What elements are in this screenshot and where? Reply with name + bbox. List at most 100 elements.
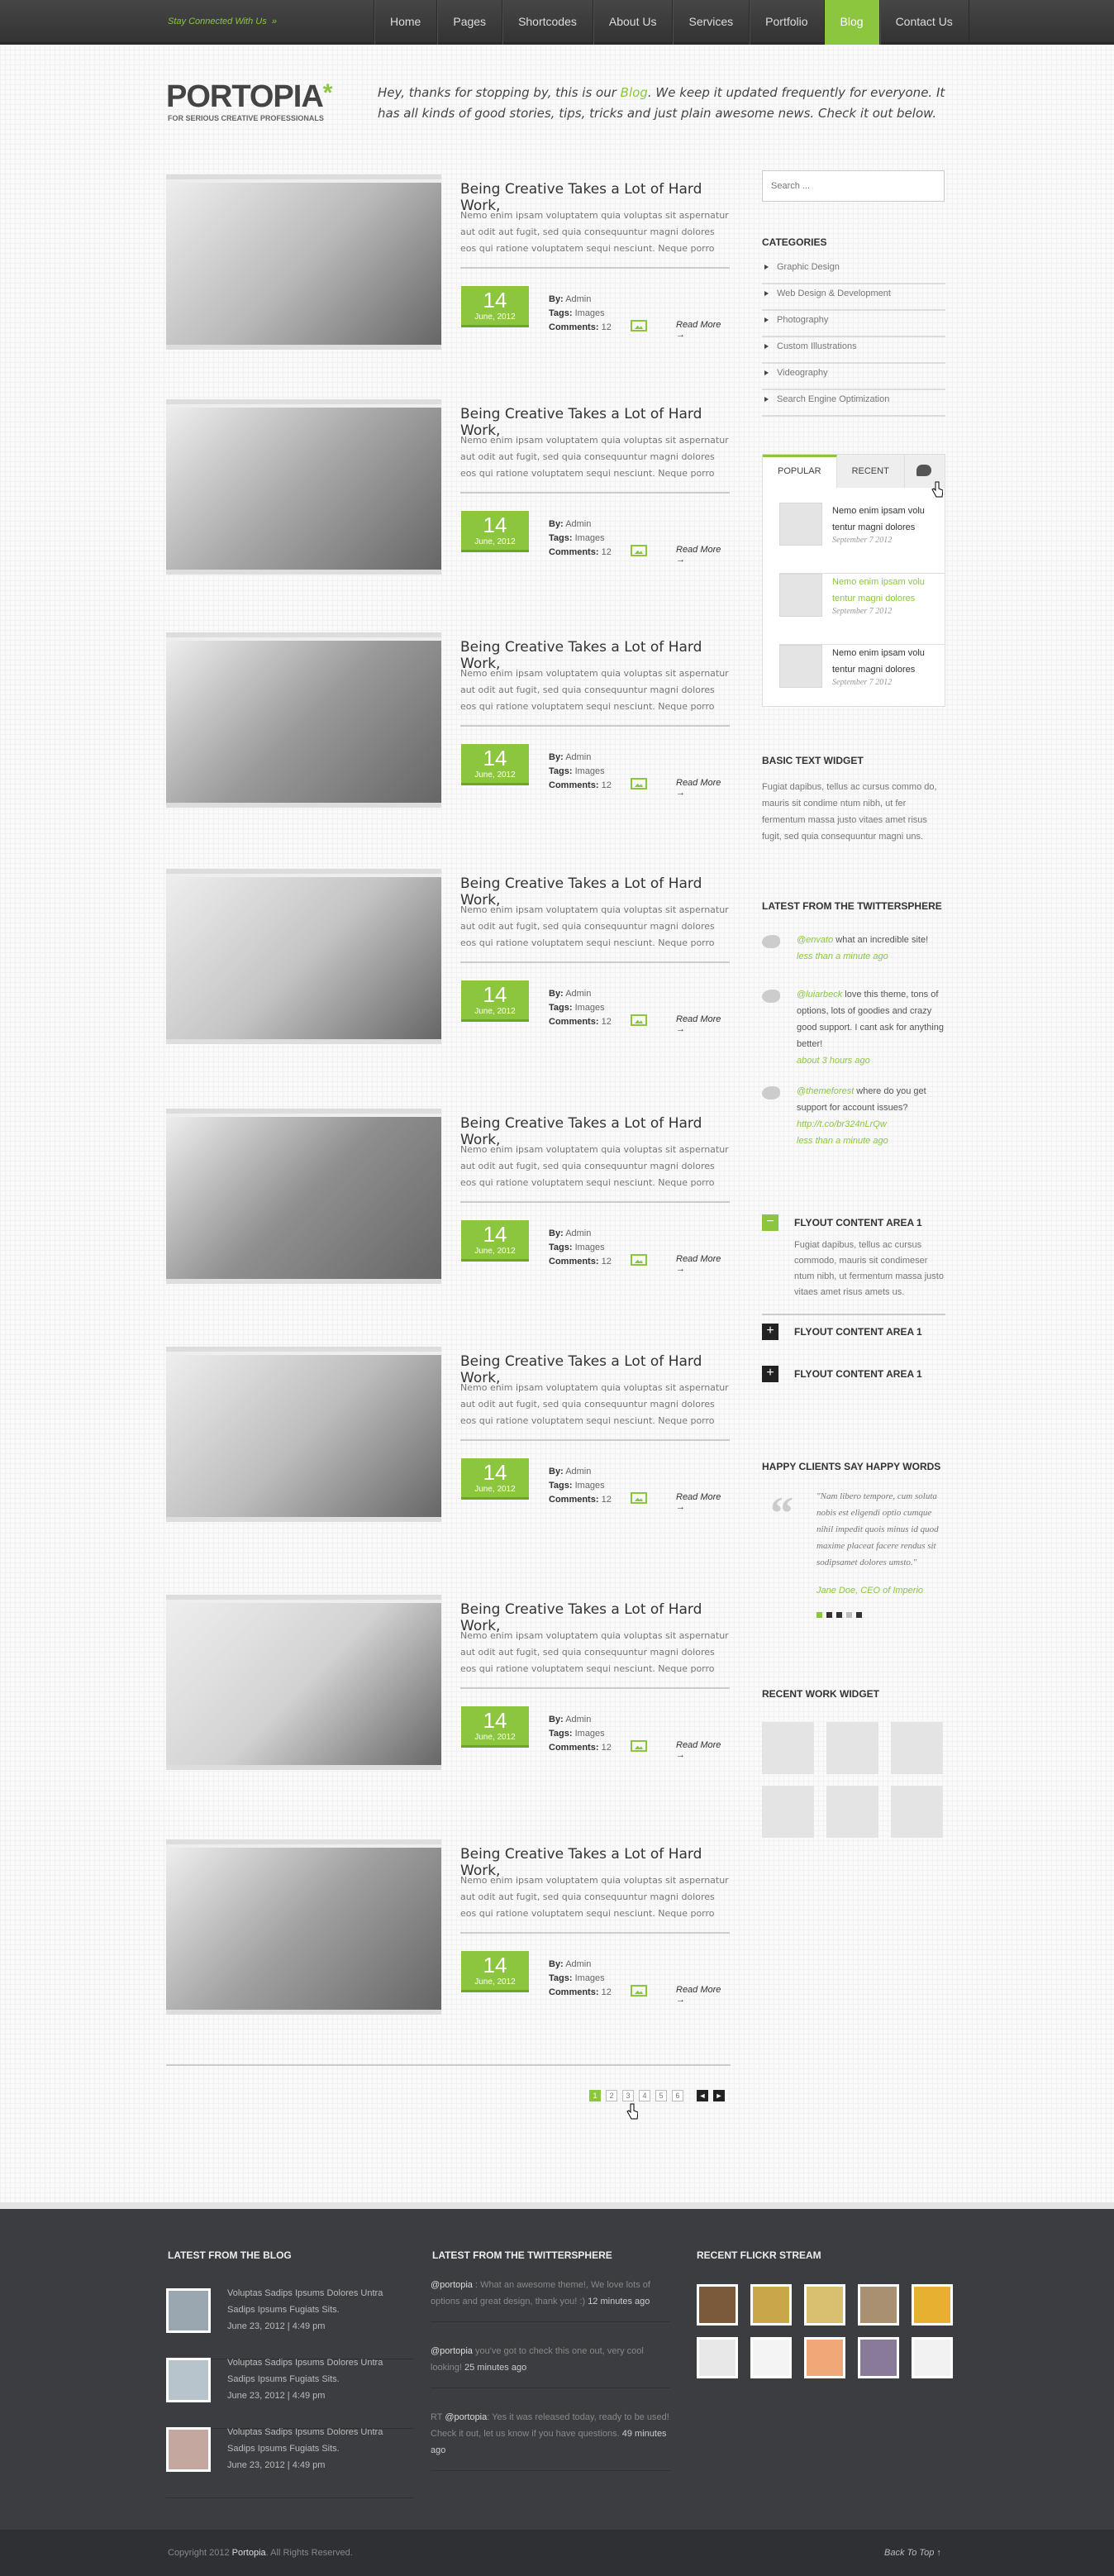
tab-post-thumbnail[interactable] — [779, 645, 822, 688]
read-more-link[interactable]: Read More → — [676, 320, 731, 340]
footer-blog-item[interactable]: Voluptas Sadips Ipsums Dolores Untra Sad… — [166, 2358, 414, 2429]
nav-item-blog[interactable]: Blog — [823, 0, 879, 45]
flickr-thumbnail[interactable] — [912, 2284, 953, 2326]
post-image[interactable] — [166, 1355, 441, 1517]
footer-tweet-user[interactable]: @portopia — [445, 2412, 487, 2422]
flickr-thumbnail[interactable] — [750, 2284, 792, 2326]
footer-blog-item[interactable]: Voluptas Sadips Ipsums Dolores Untra Sad… — [166, 2427, 414, 2498]
pagination-page[interactable]: 1 — [589, 2090, 601, 2101]
tab-popular[interactable]: Popular — [763, 455, 837, 488]
recent-work-thumbnail[interactable] — [762, 1786, 814, 1838]
flickr-thumbnail[interactable] — [804, 2337, 845, 2378]
tab-post-title[interactable]: Nemo enim ipsam volu tentur magni dolore… — [832, 503, 941, 536]
pagination-page[interactable]: 4 — [639, 2090, 650, 2101]
post-tags[interactable]: Images — [575, 766, 605, 776]
testimonial-dot[interactable] — [836, 1612, 842, 1618]
tab-post-item[interactable]: Nemo enim ipsam volu tentur magni dolore… — [779, 503, 945, 574]
post-image[interactable] — [166, 1603, 441, 1765]
post-comments[interactable]: 12 — [602, 1987, 612, 1997]
post-tags[interactable]: Images — [575, 1003, 605, 1013]
footer-blog-title[interactable]: Voluptas Sadips Ipsums Dolores Untra Sad… — [227, 2285, 401, 2318]
footer-blog-thumbnail[interactable] — [166, 2427, 211, 2472]
post-image[interactable] — [166, 183, 441, 345]
collapse-icon[interactable]: − — [762, 1214, 778, 1231]
post-comments[interactable]: 12 — [602, 1257, 612, 1267]
post-comments[interactable]: 12 — [602, 1743, 612, 1753]
read-more-link[interactable]: Read More → — [676, 1492, 731, 1512]
recent-work-thumbnail[interactable] — [826, 1786, 878, 1838]
pagination-prev-button[interactable]: ◄ — [697, 2090, 708, 2101]
post-tags[interactable]: Images — [575, 1481, 605, 1491]
footer-blog-item[interactable]: Voluptas Sadips Ipsums Dolores Untra Sad… — [166, 2288, 414, 2359]
flyout-title[interactable]: Flyout Content Area 1 — [794, 1326, 922, 1338]
footer-tweet-user[interactable]: @portopia — [431, 2346, 473, 2356]
post-tags[interactable]: Images — [575, 1973, 605, 1983]
nav-item-services[interactable]: Services — [672, 0, 749, 45]
testimonial-dot[interactable] — [816, 1612, 822, 1618]
post-image[interactable] — [166, 1117, 441, 1279]
testimonial-dot[interactable] — [846, 1612, 852, 1618]
recent-work-thumbnail[interactable] — [762, 1722, 814, 1774]
post-comments[interactable]: 12 — [602, 1017, 612, 1027]
post-image[interactable] — [166, 877, 441, 1039]
nav-item-shortcodes[interactable]: Shortcodes — [502, 0, 593, 45]
footer-blog-thumbnail[interactable] — [166, 2288, 211, 2333]
nav-item-about-us[interactable]: About Us — [592, 0, 673, 45]
site-logo[interactable]: PORTOPIA* — [166, 79, 332, 115]
pagination-next-button[interactable]: ► — [713, 2090, 725, 2101]
read-more-link[interactable]: Read More → — [676, 1985, 731, 2005]
post-comments[interactable]: 12 — [602, 322, 612, 332]
post-tags[interactable]: Images — [575, 1243, 605, 1252]
tweet-link[interactable]: http://t.co/br324nLrQw — [797, 1119, 887, 1129]
category-link[interactable]: Videography — [762, 364, 945, 390]
tab-post-thumbnail[interactable] — [779, 574, 822, 617]
pagination-page[interactable]: 2 — [606, 2090, 617, 2101]
pagination-page[interactable]: 6 — [672, 2090, 683, 2101]
post-tags[interactable]: Images — [575, 533, 605, 543]
post-tags[interactable]: Images — [575, 308, 605, 318]
recent-work-thumbnail[interactable] — [826, 1722, 878, 1774]
footer-blog-title[interactable]: Voluptas Sadips Ipsums Dolores Untra Sad… — [227, 2424, 401, 2457]
tweet-user-link[interactable]: @luiarbeck — [797, 990, 842, 999]
category-link[interactable]: Photography — [762, 311, 945, 337]
tab-post-thumbnail[interactable] — [779, 503, 822, 546]
post-tags[interactable]: Images — [575, 1729, 605, 1739]
category-link[interactable]: Web Design & Development — [762, 284, 945, 311]
post-image[interactable] — [166, 641, 441, 803]
tab-post-title[interactable]: Nemo enim ipsam volu tentur magni dolore… — [832, 645, 941, 678]
search-input[interactable] — [762, 170, 945, 202]
flickr-thumbnail[interactable] — [750, 2337, 792, 2378]
flickr-thumbnail[interactable] — [804, 2284, 845, 2326]
post-image[interactable] — [166, 408, 441, 570]
recent-work-thumbnail[interactable] — [891, 1786, 943, 1838]
read-more-link[interactable]: Read More → — [676, 1740, 731, 1760]
footer-blog-thumbnail[interactable] — [166, 2358, 211, 2402]
expand-icon[interactable]: + — [762, 1366, 778, 1382]
post-comments[interactable]: 12 — [602, 780, 612, 790]
tab-recent[interactable]: Recent — [836, 455, 905, 488]
post-comments[interactable]: 12 — [602, 547, 612, 557]
tab-post-title[interactable]: Nemo enim ipsam volu tentur magni dolore… — [832, 574, 941, 607]
read-more-link[interactable]: Read More → — [676, 1014, 731, 1034]
flickr-thumbnail[interactable] — [697, 2337, 738, 2378]
flickr-thumbnail[interactable] — [912, 2337, 953, 2378]
tweet-user-link[interactable]: @envato — [797, 935, 833, 945]
category-link[interactable]: Custom Illustrations — [762, 337, 945, 364]
tab-post-item[interactable]: Nemo enim ipsam volu tentur magni dolore… — [779, 574, 945, 645]
stay-connected-link[interactable]: Stay Connected With Us » — [168, 17, 277, 26]
post-image[interactable] — [166, 1848, 441, 2010]
recent-work-thumbnail[interactable] — [891, 1722, 943, 1774]
post-comments[interactable]: 12 — [602, 1495, 612, 1505]
back-to-top-link[interactable]: Back To Top ↑ — [884, 2548, 941, 2558]
nav-item-pages[interactable]: Pages — [436, 0, 502, 45]
nav-item-home[interactable]: Home — [374, 0, 436, 45]
category-link[interactable]: Search Engine Optimization — [762, 390, 945, 417]
nav-item-portfolio[interactable]: Portfolio — [749, 0, 823, 45]
flickr-thumbnail[interactable] — [697, 2284, 738, 2326]
footer-tweet-user[interactable]: @portopia — [431, 2280, 473, 2290]
flyout-title[interactable]: Flyout Content Area 1 — [794, 1368, 922, 1380]
nav-item-contact-us[interactable]: Contact Us — [878, 0, 969, 45]
footer-blog-title[interactable]: Voluptas Sadips Ipsums Dolores Untra Sad… — [227, 2354, 401, 2388]
pagination-page[interactable]: 3 — [622, 2090, 634, 2101]
pagination-page[interactable]: 5 — [655, 2090, 667, 2101]
